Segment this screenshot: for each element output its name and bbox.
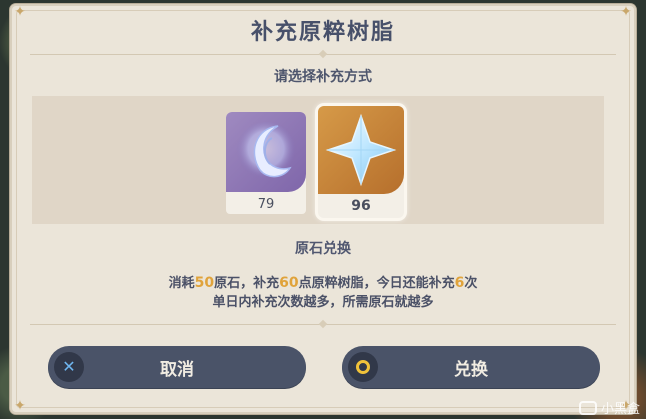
desc-text: 消耗 <box>168 276 195 291</box>
primogem-cost: 50 <box>194 275 215 291</box>
resin-amount: 60 <box>279 275 299 291</box>
cancel-button[interactable]: ✕ 取消 <box>48 346 306 388</box>
confirm-icon-badge <box>348 352 378 382</box>
exchange-button[interactable]: 兑换 <box>342 346 600 388</box>
exchange-description: 消耗50原石，补充60点原粹树脂，今日还能补充6次 <box>0 272 646 291</box>
bottom-divider <box>30 324 616 325</box>
close-icon: ✕ <box>62 357 76 376</box>
watermark-text: 小黑盒 <box>600 402 640 417</box>
primogem-option[interactable]: 96 <box>318 106 404 218</box>
watermark: 小黑盒 <box>578 398 640 417</box>
cancel-icon-badge: ✕ <box>54 352 84 382</box>
corner-ornament-icon: ✦ <box>14 398 26 414</box>
fragile-resin-icon <box>236 122 296 182</box>
desc-text: 原石，补充 <box>214 276 280 291</box>
cancel-label: 取消 <box>160 359 194 380</box>
fragile-resin-count: 79 <box>257 197 275 212</box>
dialog-title: 补充原粹树脂 <box>250 20 395 45</box>
dialog-subtitle: 请选择补充方式 <box>274 69 372 85</box>
primogem-count: 96 <box>351 198 371 214</box>
desc-text: 点原粹树脂，今日还能补充 <box>298 276 455 291</box>
watermark-logo-icon <box>578 400 597 415</box>
primogem-art <box>318 106 404 194</box>
exchange-section-title: 原石兑换 <box>295 241 351 257</box>
remaining-refills: 6 <box>454 275 465 291</box>
exchange-label: 兑换 <box>454 359 488 380</box>
desc-text: 次 <box>464 276 478 291</box>
circle-icon <box>356 360 370 374</box>
primogem-icon <box>325 113 397 187</box>
fragile-resin-art <box>226 112 306 192</box>
exchange-note: 单日内补充次数越多，所需原石就越多 <box>212 295 434 310</box>
title-divider <box>30 54 616 55</box>
fragile-resin-option[interactable]: 79 <box>226 112 306 214</box>
